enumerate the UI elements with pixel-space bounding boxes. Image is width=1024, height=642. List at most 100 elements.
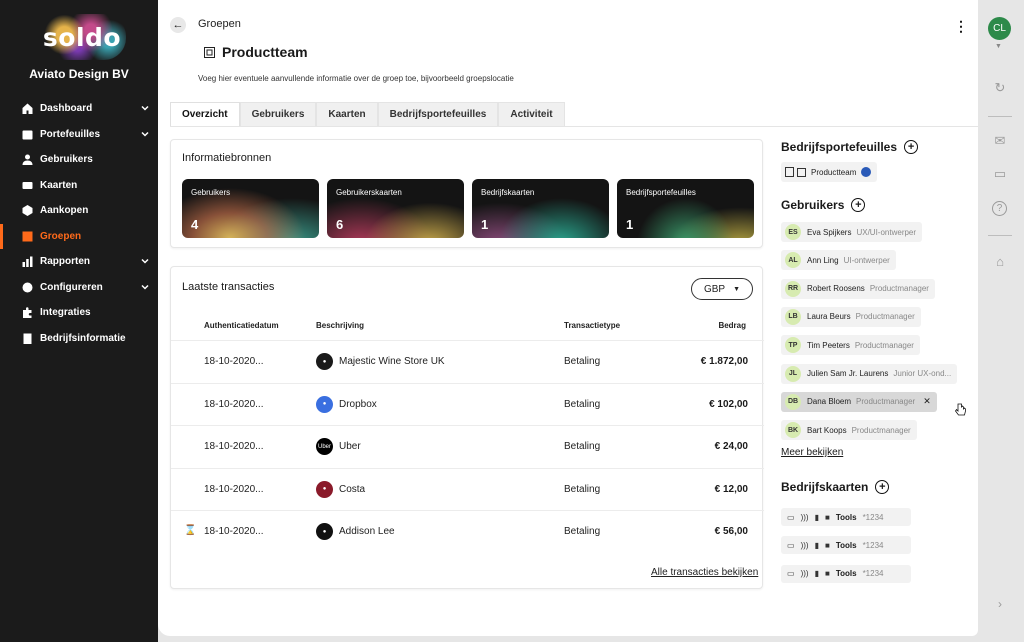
see-more-link[interactable]: Meer bekijken: [781, 447, 843, 458]
tile-label: Bedrijfskaarten: [481, 188, 535, 197]
sidebar-item-kaarten[interactable]: Kaarten: [0, 173, 158, 199]
mail-icon[interactable]: ✉: [992, 133, 1008, 149]
tab-activiteit[interactable]: Activiteit: [498, 102, 565, 126]
table-row[interactable]: 18-10-2020... ● Costa Betaling € 12,00: [171, 467, 764, 510]
add-user-icon[interactable]: +: [851, 198, 866, 212]
row-amount: € 102,00: [709, 398, 748, 410]
user-chip[interactable]: AL Ann Ling UI-ontwerper: [781, 250, 896, 271]
company-card-chip[interactable]: ▭))) ▮ ■ Tools *1234: [781, 536, 911, 555]
back-button[interactable]: ←: [170, 17, 186, 33]
chevron-right-icon[interactable]: ›: [992, 596, 1008, 612]
user-chip[interactable]: DB Dana Bloem Productmanager ✕: [781, 391, 937, 412]
chevron-down-icon[interactable]: [141, 257, 149, 265]
info-sources-card: Informatiebronnen Gebruikers 4 Gebruikers…: [170, 139, 763, 248]
col-header-amount[interactable]: Bedrag: [718, 321, 746, 330]
chevron-down-icon[interactable]: [141, 104, 149, 112]
tile-company-wallets[interactable]: Bedrijfsportefeuilles 1: [617, 179, 754, 238]
sidebar-item-label: Aankopen: [40, 205, 89, 217]
wallets-header: Bedrijfsportefeuilles +: [781, 140, 919, 154]
company-card-chip[interactable]: ▭))) ▮ ■ Tools *1234: [781, 564, 911, 583]
row-amount: € 24,00: [714, 441, 748, 452]
close-icon[interactable]: ✕: [923, 396, 931, 407]
breadcrumb[interactable]: Groepen: [198, 18, 241, 30]
tab-overzicht[interactable]: Overzicht: [170, 102, 240, 126]
building-icon: [22, 333, 33, 344]
chevron-down-icon[interactable]: [141, 283, 149, 291]
row-type: Betaling: [564, 483, 601, 495]
tile-user-cards[interactable]: Gebruikerskaarten 6: [327, 179, 464, 238]
user-chip[interactable]: LB Laura Beurs Productmanager: [781, 306, 921, 327]
help-icon[interactable]: ?: [992, 201, 1007, 216]
sidebar-item-portefeuilles[interactable]: Portefeuilles: [0, 122, 158, 148]
tile-users[interactable]: Gebruikers 4: [182, 179, 319, 238]
currency-select[interactable]: GBP ▼: [691, 278, 753, 300]
more-options-icon[interactable]: ⋮: [954, 18, 968, 34]
avatar: DB: [785, 393, 801, 410]
caret-down-icon: ▼: [733, 285, 741, 293]
row-type: Betaling: [564, 526, 601, 537]
sidebar-item-groepen[interactable]: Groepen: [0, 223, 158, 250]
sidebar-item-aankopen[interactable]: Aankopen: [0, 198, 158, 224]
page-title: Productteam: [204, 44, 308, 60]
chart-icon: [22, 256, 33, 268]
chat-icon[interactable]: ▭: [992, 166, 1008, 182]
col-header-date[interactable]: Authenticatiedatum: [204, 321, 279, 330]
user-chip[interactable]: JL Julien Sam Jr. Laurens Junior UX-ond...: [781, 363, 958, 384]
row-type: Betaling: [564, 441, 601, 452]
sidebar-item-gebruikers[interactable]: Gebruikers: [0, 147, 158, 173]
refresh-icon[interactable]: ↻: [992, 80, 1008, 96]
merchant-logo-icon: Uber: [316, 438, 333, 455]
user-chip[interactable]: ES Eva Spijkers UX/UI-ontwerper: [781, 222, 923, 242]
puzzle-icon: [22, 307, 33, 319]
all-transactions-link[interactable]: Alle transacties bekijken: [651, 567, 758, 578]
add-card-icon[interactable]: +: [875, 480, 890, 494]
bank-icon[interactable]: ⌂: [992, 254, 1008, 270]
user-chip[interactable]: RR Robert Roosens Productmanager: [781, 278, 935, 299]
row-merchant: Costa: [339, 483, 366, 495]
chevron-down-icon[interactable]: [141, 130, 149, 138]
table-row[interactable]: ⌛ 18-10-2020... ● Addison Lee Betaling € 56,0…: [171, 510, 764, 552]
tab-kaarten[interactable]: Kaarten: [316, 102, 378, 126]
row-amount: € 56,00: [714, 526, 748, 537]
sidebar-item-dashboard[interactable]: Dashboard: [0, 96, 158, 122]
row-merchant: Uber: [339, 441, 361, 452]
wallet-chip[interactable]: Productteam: [781, 162, 878, 182]
page-title-text: Productteam: [222, 44, 308, 60]
card-icon: ▭: [787, 569, 795, 579]
merchant-logo-icon: ●: [316, 480, 333, 498]
sidebar-item-integraties[interactable]: Integraties: [0, 300, 158, 326]
company-card-chip[interactable]: ▭))) ▮ ■ Tools *1234: [781, 508, 911, 526]
table-row[interactable]: 18-10-2020... ● Majestic Wine Store UK Beta…: [171, 340, 764, 382]
sidebar-item-label: Integraties: [40, 307, 91, 319]
row-date: 18-10-2020...: [204, 398, 264, 410]
wallet-icon: [22, 129, 33, 140]
sidebar-item-bedrijfsinformatie[interactable]: Bedrijfsinformatie: [0, 326, 158, 352]
currency-value: GBP: [703, 283, 726, 295]
merchant-category-icon: ■: [824, 569, 830, 579]
users-header: Gebruikers +: [781, 198, 866, 212]
user-chip[interactable]: BK Bart Koops Productmanager: [781, 420, 917, 441]
soldo-logo[interactable]: soldo: [38, 14, 126, 60]
col-header-type[interactable]: Transactietype: [564, 321, 620, 330]
phone-icon: ▮: [814, 569, 819, 579]
tab-gebruikers[interactable]: Gebruikers: [239, 102, 317, 126]
table-row[interactable]: 18-10-2020... Uber Uber Betaling € 24,00: [171, 425, 764, 467]
user-role: UX/UI-ontwerper: [856, 227, 917, 237]
sidebar-item-configureren[interactable]: Configureren: [0, 275, 158, 301]
col-header-description[interactable]: Beschrijving: [316, 321, 364, 330]
user-name: Eva Spijkers: [807, 227, 852, 237]
table-row[interactable]: 18-10-2020... ● Dropbox Betaling € 102,00: [171, 382, 764, 425]
wallets-title: Bedrijfsportefeuilles: [781, 140, 898, 154]
chevron-down-icon[interactable]: ▼: [995, 43, 1002, 50]
tile-company-cards[interactable]: Bedrijfskaarten 1: [472, 179, 609, 238]
tile-label: Bedrijfsportefeuilles: [626, 188, 696, 197]
sidebar-item-rapporten[interactable]: Rapporten: [0, 249, 158, 275]
user-chip[interactable]: TP Tim Peeters Productmanager: [781, 335, 920, 356]
merchant-logo-icon: ●: [316, 395, 333, 413]
add-wallet-icon[interactable]: +: [904, 140, 919, 154]
profile-avatar[interactable]: CL: [988, 17, 1011, 40]
tab-bar: Overzicht Gebruikers Kaarten Bedrijfsportef…: [170, 102, 565, 126]
tab-bedrijfsportefeuilles[interactable]: Bedrijfsportefeuilles: [377, 102, 499, 126]
gear-icon: [22, 282, 33, 293]
transactions-card: Laatste transacties GBP ▼ Authenticatieda…: [170, 266, 764, 589]
